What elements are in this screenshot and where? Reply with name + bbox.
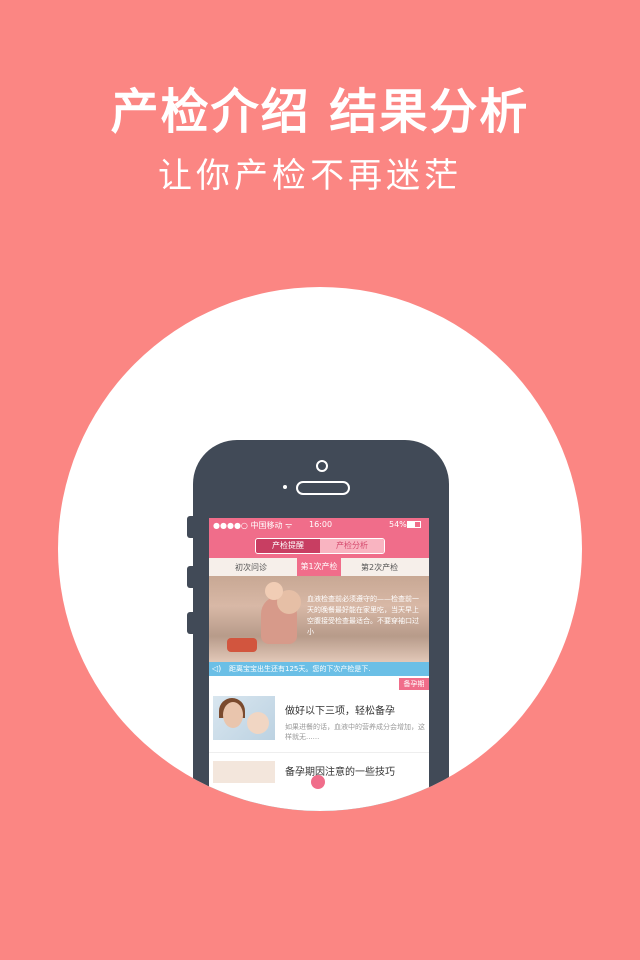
battery-percent: 54% (389, 520, 407, 529)
notice-bar[interactable]: ◁) 距离宝宝出生还有125天。您的下次产检是下. (209, 662, 429, 676)
clock: 16:00 (309, 520, 333, 529)
hero-banner[interactable]: 血液检查前必须遵守的——检查前一天的晚餐最好能在家里吃，当天早上空腹接受检查最适… (209, 576, 429, 662)
list-item[interactable]: 备孕期因注意的一些技巧 (209, 753, 429, 789)
battery-icon (407, 521, 421, 528)
article-desc: 如果进餐的话，血液中的营养成分会增加，这样就无...... (285, 723, 425, 741)
volume-up-button (187, 566, 193, 588)
segment-analysis[interactable]: 产检分析 (320, 539, 384, 553)
hero-text: 血液检查前必须遵守的——检查前一天的晚餐最好能在家里吃，当天早上空腹接受检查最适… (307, 595, 419, 636)
carrier-label: ●●●●○ 中国移动 ᯤ (213, 521, 293, 530)
subline: 让你产检不再迷茫 (158, 156, 462, 196)
article-title: 做好以下三项，轻松备孕 (285, 706, 395, 717)
hero-photo-child-head (265, 582, 283, 600)
volume-down-button (187, 612, 193, 634)
status-bar: ●●●●○ 中国移动 ᯤ 16:00 54% (209, 518, 429, 532)
nav-bar: 产检提醒 产检分析 (209, 532, 429, 558)
tab-checkup-1[interactable]: 第1次产检 (297, 558, 341, 576)
sensor-dot (283, 485, 287, 489)
notice-text: 距离宝宝出生还有125天。您的下次产检是下. (229, 665, 371, 673)
mute-switch (187, 516, 193, 538)
phone-screen: ●●●●○ 中国移动 ᯤ 16:00 54% 产检提醒 产检分析 初次问诊 第1… (209, 518, 429, 811)
thumb-mother (223, 702, 243, 728)
hero-photo-toy (227, 638, 257, 652)
visit-tabs: 初次问诊 第1次产检 第2次产检 (209, 558, 429, 576)
article-thumbnail (213, 761, 275, 783)
phone-mockup: ●●●●○ 中国移动 ᯤ 16:00 54% 产检提醒 产检分析 初次问诊 第1… (187, 440, 449, 811)
segment-reminder[interactable]: 产检提醒 (256, 539, 320, 553)
tab-checkup-2[interactable]: 第2次产检 (361, 562, 398, 573)
list-item[interactable]: 做好以下三项，轻松备孕 如果进餐的话，血液中的营养成分会增加，这样就无.....… (209, 690, 429, 753)
white-circle-backdrop: ●●●●○ 中国移动 ᯤ 16:00 54% 产检提醒 产检分析 初次问诊 第1… (58, 287, 582, 811)
article-title: 备孕期因注意的一些技巧 (285, 767, 395, 778)
speaker-grille (296, 481, 350, 495)
camera-icon (316, 460, 328, 472)
thumb-baby (247, 712, 269, 734)
speaker-icon: ◁) (212, 664, 222, 673)
article-thumbnail (213, 696, 275, 740)
segmented-control: 产检提醒 产检分析 (255, 538, 385, 554)
heart-icon (311, 775, 325, 789)
category-badge: 备孕期 (399, 678, 429, 690)
headline: 产检介绍 结果分析 (110, 84, 530, 140)
tab-first-consult[interactable]: 初次问诊 (235, 562, 267, 573)
category-row: 备孕期 (209, 676, 429, 690)
